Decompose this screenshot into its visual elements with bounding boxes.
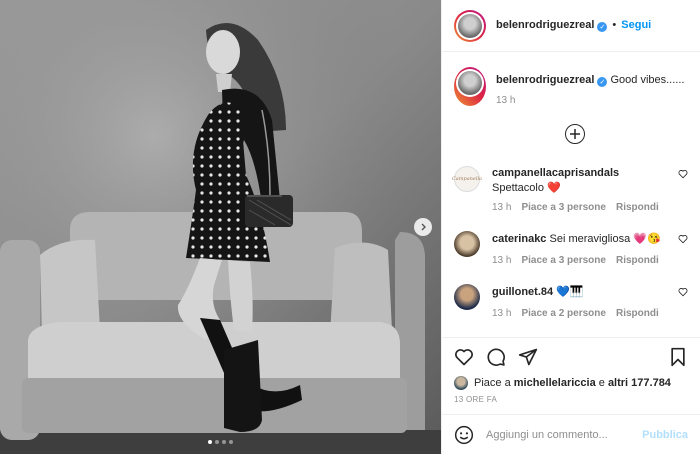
- caption-text: Good vibes......: [610, 74, 685, 86]
- photo-image: [0, 0, 441, 454]
- brand-logo: Campanella: [451, 176, 483, 182]
- comment-likes[interactable]: Piace a 3 persone: [521, 255, 606, 266]
- comment-time[interactable]: 13 h: [492, 308, 511, 319]
- author-username[interactable]: belenrodriguezreal: [496, 19, 594, 31]
- post-timestamp[interactable]: 13 ORE FA: [454, 395, 497, 404]
- avatar[interactable]: [454, 284, 480, 310]
- likes-summary: Piace a michellelariccia e altri 177.784: [454, 376, 688, 390]
- likes-others[interactable]: altri 177.784: [608, 377, 671, 389]
- avatar: [458, 71, 482, 95]
- comment-time[interactable]: 13 h: [492, 202, 511, 213]
- caption: belenrodriguezreal ✓ Good vibes...... 13 …: [454, 67, 688, 106]
- comment-icon[interactable]: [486, 347, 506, 367]
- comment-item: guillonet.84 💙🎹 13 h Piace a 2 persone R…: [454, 284, 688, 319]
- comment-item: Campanella campanellacaprisandals Spetta…: [451, 166, 688, 213]
- carousel-dot: [208, 440, 212, 444]
- heart-icon[interactable]: [678, 234, 688, 244]
- avatar[interactable]: [454, 231, 480, 257]
- verified-badge-icon: ✓: [597, 77, 608, 87]
- caption-username[interactable]: belenrodriguezreal: [496, 74, 594, 86]
- comment-item: caterinakc Sei meravigliosa 💗😘 13 h Piac…: [454, 231, 688, 266]
- avatar: [458, 13, 482, 38]
- comment-username[interactable]: campanellacaprisandals: [492, 167, 619, 179]
- post-photo[interactable]: [0, 0, 441, 454]
- comment-username[interactable]: caterinakc: [492, 233, 546, 245]
- comment-time[interactable]: 13 h: [492, 255, 511, 266]
- caption-time: 13 h: [496, 95, 516, 106]
- verified-badge-icon: ✓: [597, 22, 608, 32]
- comment-text: 💙🎹: [556, 286, 584, 298]
- post-header: belenrodriguezreal ✓ • Segui: [442, 0, 700, 52]
- likes-middle: e: [595, 377, 608, 389]
- story-ring[interactable]: [454, 67, 486, 106]
- comment-text: Spettacolo ❤️: [492, 182, 561, 194]
- next-photo-button[interactable]: [414, 218, 432, 236]
- emoji-icon[interactable]: [454, 425, 474, 445]
- separator-dot: •: [612, 19, 617, 31]
- likes-user[interactable]: michellelariccia: [514, 377, 596, 389]
- send-icon[interactable]: [518, 347, 538, 367]
- bookmark-icon[interactable]: [668, 347, 688, 367]
- comment-text: Sei meravigliosa 💗😘: [549, 233, 661, 245]
- load-more-comments-button[interactable]: [565, 124, 585, 144]
- header-user: belenrodriguezreal ✓ • Segui: [496, 19, 651, 32]
- avatar[interactable]: Campanella: [451, 166, 483, 192]
- story-ring[interactable]: [454, 9, 486, 42]
- reply-button[interactable]: Rispondi: [616, 255, 659, 266]
- comment-username[interactable]: guillonet.84: [492, 286, 553, 298]
- carousel-dot: [222, 440, 226, 444]
- carousel-indicator: [0, 440, 441, 444]
- reply-button[interactable]: Rispondi: [616, 308, 659, 319]
- comments-list[interactable]: belenrodriguezreal ✓ Good vibes...... 13 …: [442, 53, 700, 336]
- comment-composer: Aggiungi un commento... Pubblica: [442, 414, 700, 454]
- plus-circle-icon: [570, 129, 580, 139]
- chevron-right-icon: [421, 223, 426, 231]
- comment-likes[interactable]: Piace a 2 persone: [521, 308, 606, 319]
- heart-icon[interactable]: [454, 347, 474, 367]
- likes-prefix: Piace a: [474, 377, 514, 389]
- reply-button[interactable]: Rispondi: [616, 202, 659, 213]
- follow-button[interactable]: Segui: [621, 19, 651, 31]
- avatar[interactable]: [454, 376, 468, 390]
- carousel-dot: [215, 440, 219, 444]
- carousel-dot: [229, 440, 233, 444]
- comment-likes[interactable]: Piace a 3 persone: [521, 202, 606, 213]
- post-actions: Piace a michellelariccia e altri 177.784: [442, 337, 700, 397]
- post-sidebar: belenrodriguezreal ✓ • Segui belenrodriguez…: [441, 0, 700, 454]
- heart-icon[interactable]: [678, 169, 688, 179]
- heart-icon[interactable]: [678, 287, 688, 297]
- publish-button[interactable]: Pubblica: [642, 429, 688, 441]
- comment-input[interactable]: Aggiungi un commento...: [486, 429, 642, 441]
